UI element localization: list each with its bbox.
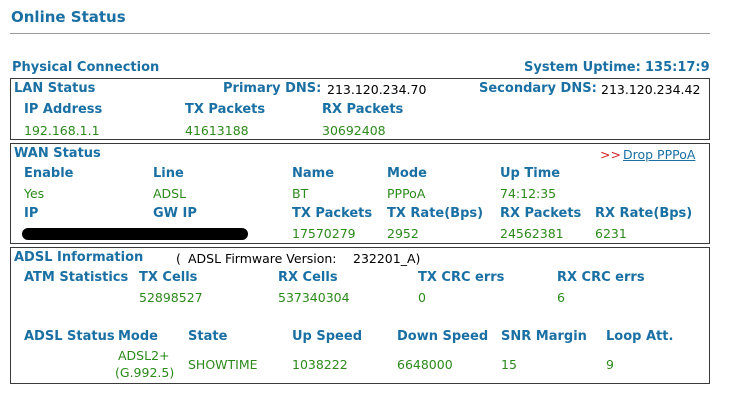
atm-statistics-label: ATM Statistics (24, 270, 129, 285)
physical-connection-label: Physical Connection (12, 60, 160, 75)
wan-enable-value: Yes (24, 186, 45, 201)
tx-crc-value: 0 (418, 290, 426, 305)
drop-link-prefix: >> (600, 147, 621, 162)
wan-rx-packets-header: RX Packets (500, 206, 582, 221)
firmware-version-value: 232201_A) (353, 251, 421, 266)
adsl-state-value: SHOWTIME (188, 357, 258, 372)
adsl-information-title: ADSL Information (14, 250, 144, 265)
system-uptime-value: 135:17:9 (645, 60, 710, 75)
drop-pppoa-link[interactable]: Drop PPPoA (623, 147, 695, 162)
loop-att-header: Loop Att. (606, 329, 674, 344)
ip-address-header: IP Address (24, 102, 103, 117)
adsl-information-panel (10, 247, 710, 384)
wan-uptime-value: 74:12:35 (500, 186, 557, 201)
lan-tx-packets-header: TX Packets (185, 102, 266, 117)
rx-crc-header: RX CRC errs (557, 270, 645, 285)
wan-mode-header: Mode (387, 166, 427, 181)
wan-rx-packets-value: 24562381 (500, 226, 564, 241)
adsl-mode-value-line1: ADSL2+ (118, 348, 170, 363)
firmware-open-paren: ( (176, 251, 181, 266)
adsl-status-label: ADSL Status (24, 329, 115, 344)
wan-tx-rate-header: TX Rate(Bps) (387, 206, 484, 221)
primary-dns-value: 213.120.234.70 (327, 82, 427, 97)
firmware-version-label: ADSL Firmware Version: (188, 251, 337, 266)
system-uptime-label: System Uptime: (524, 60, 641, 75)
wan-tx-rate-value: 2952 (387, 226, 419, 241)
lan-status-title: LAN Status (14, 81, 96, 96)
tx-cells-header: TX Cells (139, 270, 198, 285)
wan-ip-header: IP (24, 206, 39, 221)
lan-rx-packets-value: 30692408 (322, 123, 386, 138)
adsl-state-header: State (188, 329, 228, 344)
down-speed-header: Down Speed (397, 329, 489, 344)
wan-name-value: BT (292, 186, 309, 201)
secondary-dns-value: 213.120.234.42 (601, 82, 701, 97)
tx-crc-header: TX CRC errs (418, 270, 505, 285)
wan-name-header: Name (292, 166, 335, 181)
wan-line-header: Line (153, 166, 184, 181)
wan-rx-rate-header: RX Rate(Bps) (595, 206, 693, 221)
page-title: Online Status (11, 8, 126, 26)
wan-enable-header: Enable (24, 166, 74, 181)
snr-margin-header: SNR Margin (501, 329, 587, 344)
wan-status-title: WAN Status (14, 146, 101, 161)
lan-rx-packets-header: RX Packets (322, 102, 404, 117)
wan-line-value: ADSL (153, 186, 187, 201)
wan-uptime-header: Up Time (500, 166, 561, 181)
title-divider (10, 33, 710, 34)
adsl-mode-value-line2: (G.992.5) (115, 365, 175, 380)
rx-cells-header: RX Cells (278, 270, 338, 285)
snr-margin-value: 15 (501, 357, 517, 372)
secondary-dns-label: Secondary DNS: (479, 81, 597, 96)
rx-crc-value: 6 (557, 290, 565, 305)
wan-tx-packets-value: 17570279 (292, 226, 356, 241)
wan-rx-rate-value: 6231 (595, 226, 627, 241)
lan-tx-packets-value: 41613188 (185, 123, 249, 138)
down-speed-value: 6648000 (397, 357, 453, 372)
up-speed-value: 1038222 (292, 357, 348, 372)
wan-gw-ip-header: GW IP (153, 206, 197, 221)
rx-cells-value: 537340304 (278, 290, 350, 305)
wan-mode-value: PPPoA (387, 186, 426, 201)
tx-cells-value: 52898527 (139, 290, 203, 305)
redacted-ip-mark (22, 228, 248, 240)
primary-dns-label: Primary DNS: (223, 81, 322, 96)
lan-ip-value: 192.168.1.1 (24, 123, 100, 138)
adsl-mode-header: Mode (118, 329, 158, 344)
wan-tx-packets-header: TX Packets (292, 206, 373, 221)
up-speed-header: Up Speed (292, 329, 362, 344)
loop-att-value: 9 (606, 357, 614, 372)
